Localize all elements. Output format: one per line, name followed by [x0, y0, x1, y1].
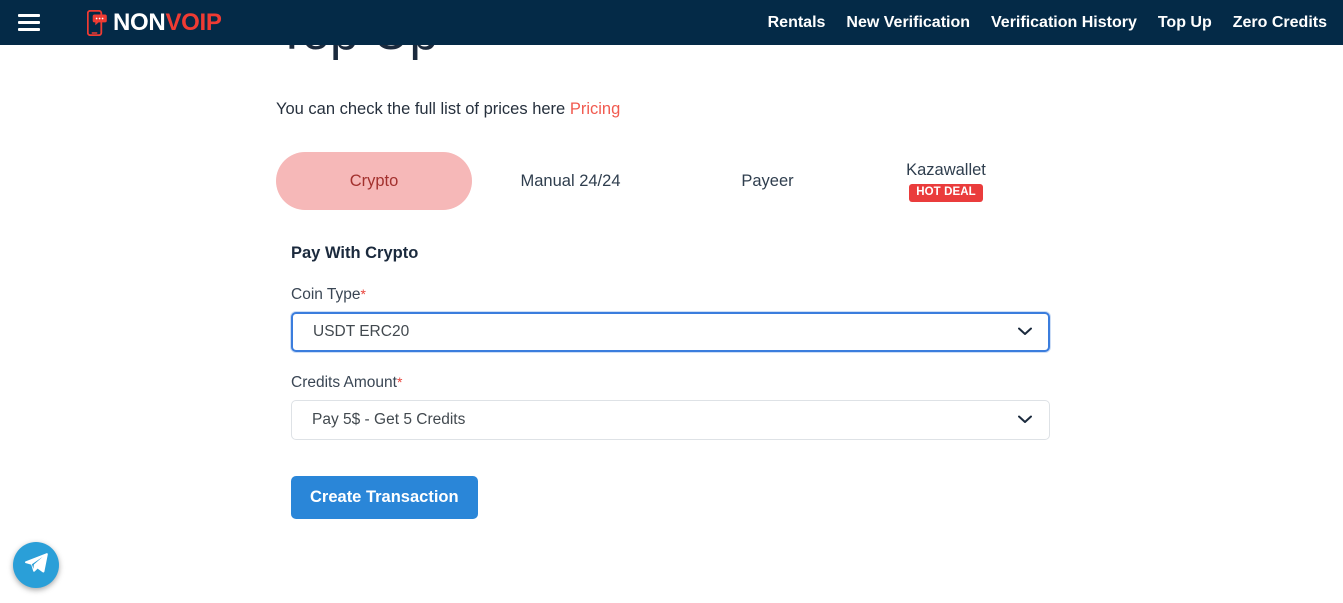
- tab-manual-label: Manual 24/24: [521, 172, 621, 191]
- telegram-icon: [24, 552, 48, 579]
- main-nav: Rentals New Verification Verification Hi…: [768, 14, 1327, 32]
- coin-type-label: Coin Type*: [291, 286, 1051, 304]
- credits-amount-label: Credits Amount*: [291, 374, 1051, 392]
- payment-method-tabs: Crypto Manual 24/24 Payeer Kazawallet HO…: [276, 152, 1026, 210]
- credits-amount-select[interactable]: Pay 5$ - Get 5 Credits: [291, 400, 1050, 440]
- tab-payeer[interactable]: Payeer: [669, 152, 866, 210]
- brand-text-voip: VOIP: [165, 9, 221, 36]
- hot-deal-badge: HOT DEAL: [909, 184, 983, 202]
- create-transaction-button[interactable]: Create Transaction: [291, 476, 478, 519]
- coin-type-select-wrap: USDT ERC20: [291, 312, 1050, 352]
- nav-item-verification-history[interactable]: Verification History: [991, 14, 1137, 32]
- credits-amount-value: Pay 5$ - Get 5 Credits: [312, 411, 465, 429]
- telegram-button[interactable]: [13, 542, 59, 588]
- brand-text-non: NON: [113, 9, 165, 36]
- nav-item-top-up[interactable]: Top Up: [1158, 14, 1212, 32]
- pricing-subtitle: You can check the full list of prices he…: [276, 99, 620, 120]
- tab-manual-24-24[interactable]: Manual 24/24: [472, 152, 669, 210]
- coin-type-select[interactable]: USDT ERC20: [291, 312, 1050, 352]
- subtitle-text: You can check the full list of prices he…: [276, 100, 565, 118]
- coin-type-required-mark: *: [361, 286, 366, 302]
- tab-kazawallet[interactable]: Kazawallet HOT DEAL: [866, 152, 1026, 210]
- nav-item-rentals[interactable]: Rentals: [768, 14, 826, 32]
- nav-item-new-verification[interactable]: New Verification: [846, 14, 970, 32]
- pricing-link[interactable]: Pricing: [570, 100, 620, 118]
- tab-payeer-label: Payeer: [741, 172, 793, 191]
- tab-kazawallet-label: Kazawallet: [906, 161, 986, 180]
- topup-form: Pay With Crypto Coin Type* USDT ERC20 Cr…: [291, 244, 1051, 519]
- form-heading: Pay With Crypto: [291, 244, 1051, 263]
- coin-type-label-text: Coin Type: [291, 286, 361, 303]
- brand-text: NONVOIP: [113, 11, 222, 35]
- credits-amount-select-wrap: Pay 5$ - Get 5 Credits: [291, 400, 1050, 440]
- nav-item-zero-credits[interactable]: Zero Credits: [1233, 14, 1327, 32]
- credits-amount-required-mark: *: [397, 374, 402, 390]
- coin-type-value: USDT ERC20: [313, 323, 409, 341]
- phone-message-icon: [87, 10, 107, 36]
- tab-crypto-label: Crypto: [350, 172, 399, 191]
- page-root: Top Up You can check the full list of pr…: [0, 0, 1343, 603]
- brand-logo[interactable]: NONVOIP: [87, 10, 222, 36]
- hamburger-icon[interactable]: [18, 14, 40, 31]
- credits-amount-label-text: Credits Amount: [291, 374, 397, 391]
- tab-crypto[interactable]: Crypto: [276, 152, 472, 210]
- top-navbar: NONVOIP Rentals New Verification Verific…: [0, 0, 1343, 45]
